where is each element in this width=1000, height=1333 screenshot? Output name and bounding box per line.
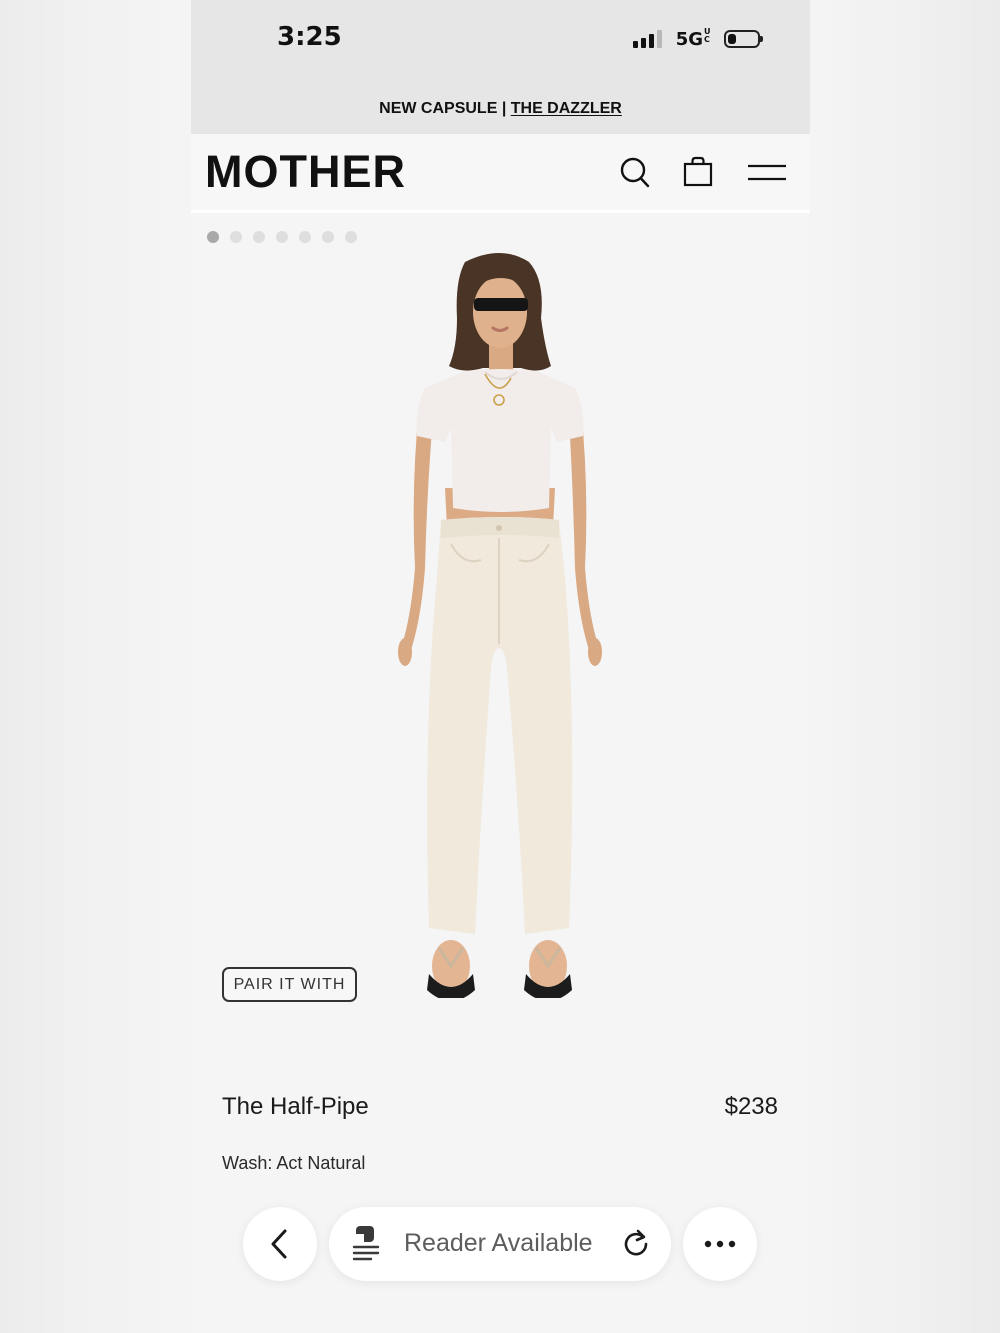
product-name: The Half-Pipe bbox=[222, 1093, 369, 1120]
reload-icon[interactable] bbox=[621, 1229, 651, 1259]
carousel-dot[interactable] bbox=[345, 231, 357, 243]
carousel-dot[interactable] bbox=[207, 231, 219, 243]
signal-icon bbox=[632, 30, 662, 48]
promo-banner: NEW CAPSULE | THE DAZZLER bbox=[191, 80, 810, 134]
pair-it-with-button[interactable]: PAIR IT WITH bbox=[222, 967, 357, 1002]
status-bar: 3:25 5GUC bbox=[191, 0, 810, 80]
status-time: 3:25 bbox=[277, 22, 342, 52]
battery-level bbox=[728, 34, 736, 44]
promo-link[interactable]: THE DAZZLER bbox=[511, 100, 622, 117]
address-bar[interactable]: Reader Available bbox=[329, 1207, 671, 1281]
carousel-dot[interactable] bbox=[322, 231, 334, 243]
brand-logo[interactable]: MOTHER bbox=[205, 148, 406, 196]
site-header: MOTHER bbox=[191, 134, 810, 213]
back-button[interactable] bbox=[243, 1207, 317, 1281]
more-button[interactable] bbox=[683, 1207, 757, 1281]
product-image[interactable] bbox=[381, 248, 621, 1001]
more-icon bbox=[704, 1240, 736, 1248]
product-price: $238 bbox=[724, 1093, 778, 1120]
battery-icon bbox=[724, 30, 763, 48]
carousel-dot[interactable] bbox=[299, 231, 311, 243]
reader-available-label: Reader Available bbox=[404, 1229, 593, 1257]
status-indicators: 5GUC bbox=[632, 27, 763, 51]
network-label: 5GUC bbox=[675, 27, 711, 51]
product-wash: Wash: Act Natural bbox=[222, 1153, 366, 1173]
promo-text: NEW CAPSULE | bbox=[379, 100, 511, 117]
carousel-dot[interactable] bbox=[253, 231, 265, 243]
menu-icon[interactable] bbox=[747, 163, 787, 183]
network-superscript: UC bbox=[704, 27, 711, 44]
carousel-dot[interactable] bbox=[230, 231, 242, 243]
search-icon[interactable] bbox=[619, 156, 651, 190]
reader-icon[interactable] bbox=[351, 1225, 381, 1261]
carousel-dot[interactable] bbox=[276, 231, 288, 243]
shopping-bag-icon[interactable] bbox=[683, 156, 713, 188]
back-chevron-icon bbox=[271, 1229, 287, 1259]
phone-screen: 3:25 5GUC NEW CAPSULE | THE DAZZLER MOTH… bbox=[191, 0, 810, 1333]
carousel-dots bbox=[207, 231, 357, 243]
